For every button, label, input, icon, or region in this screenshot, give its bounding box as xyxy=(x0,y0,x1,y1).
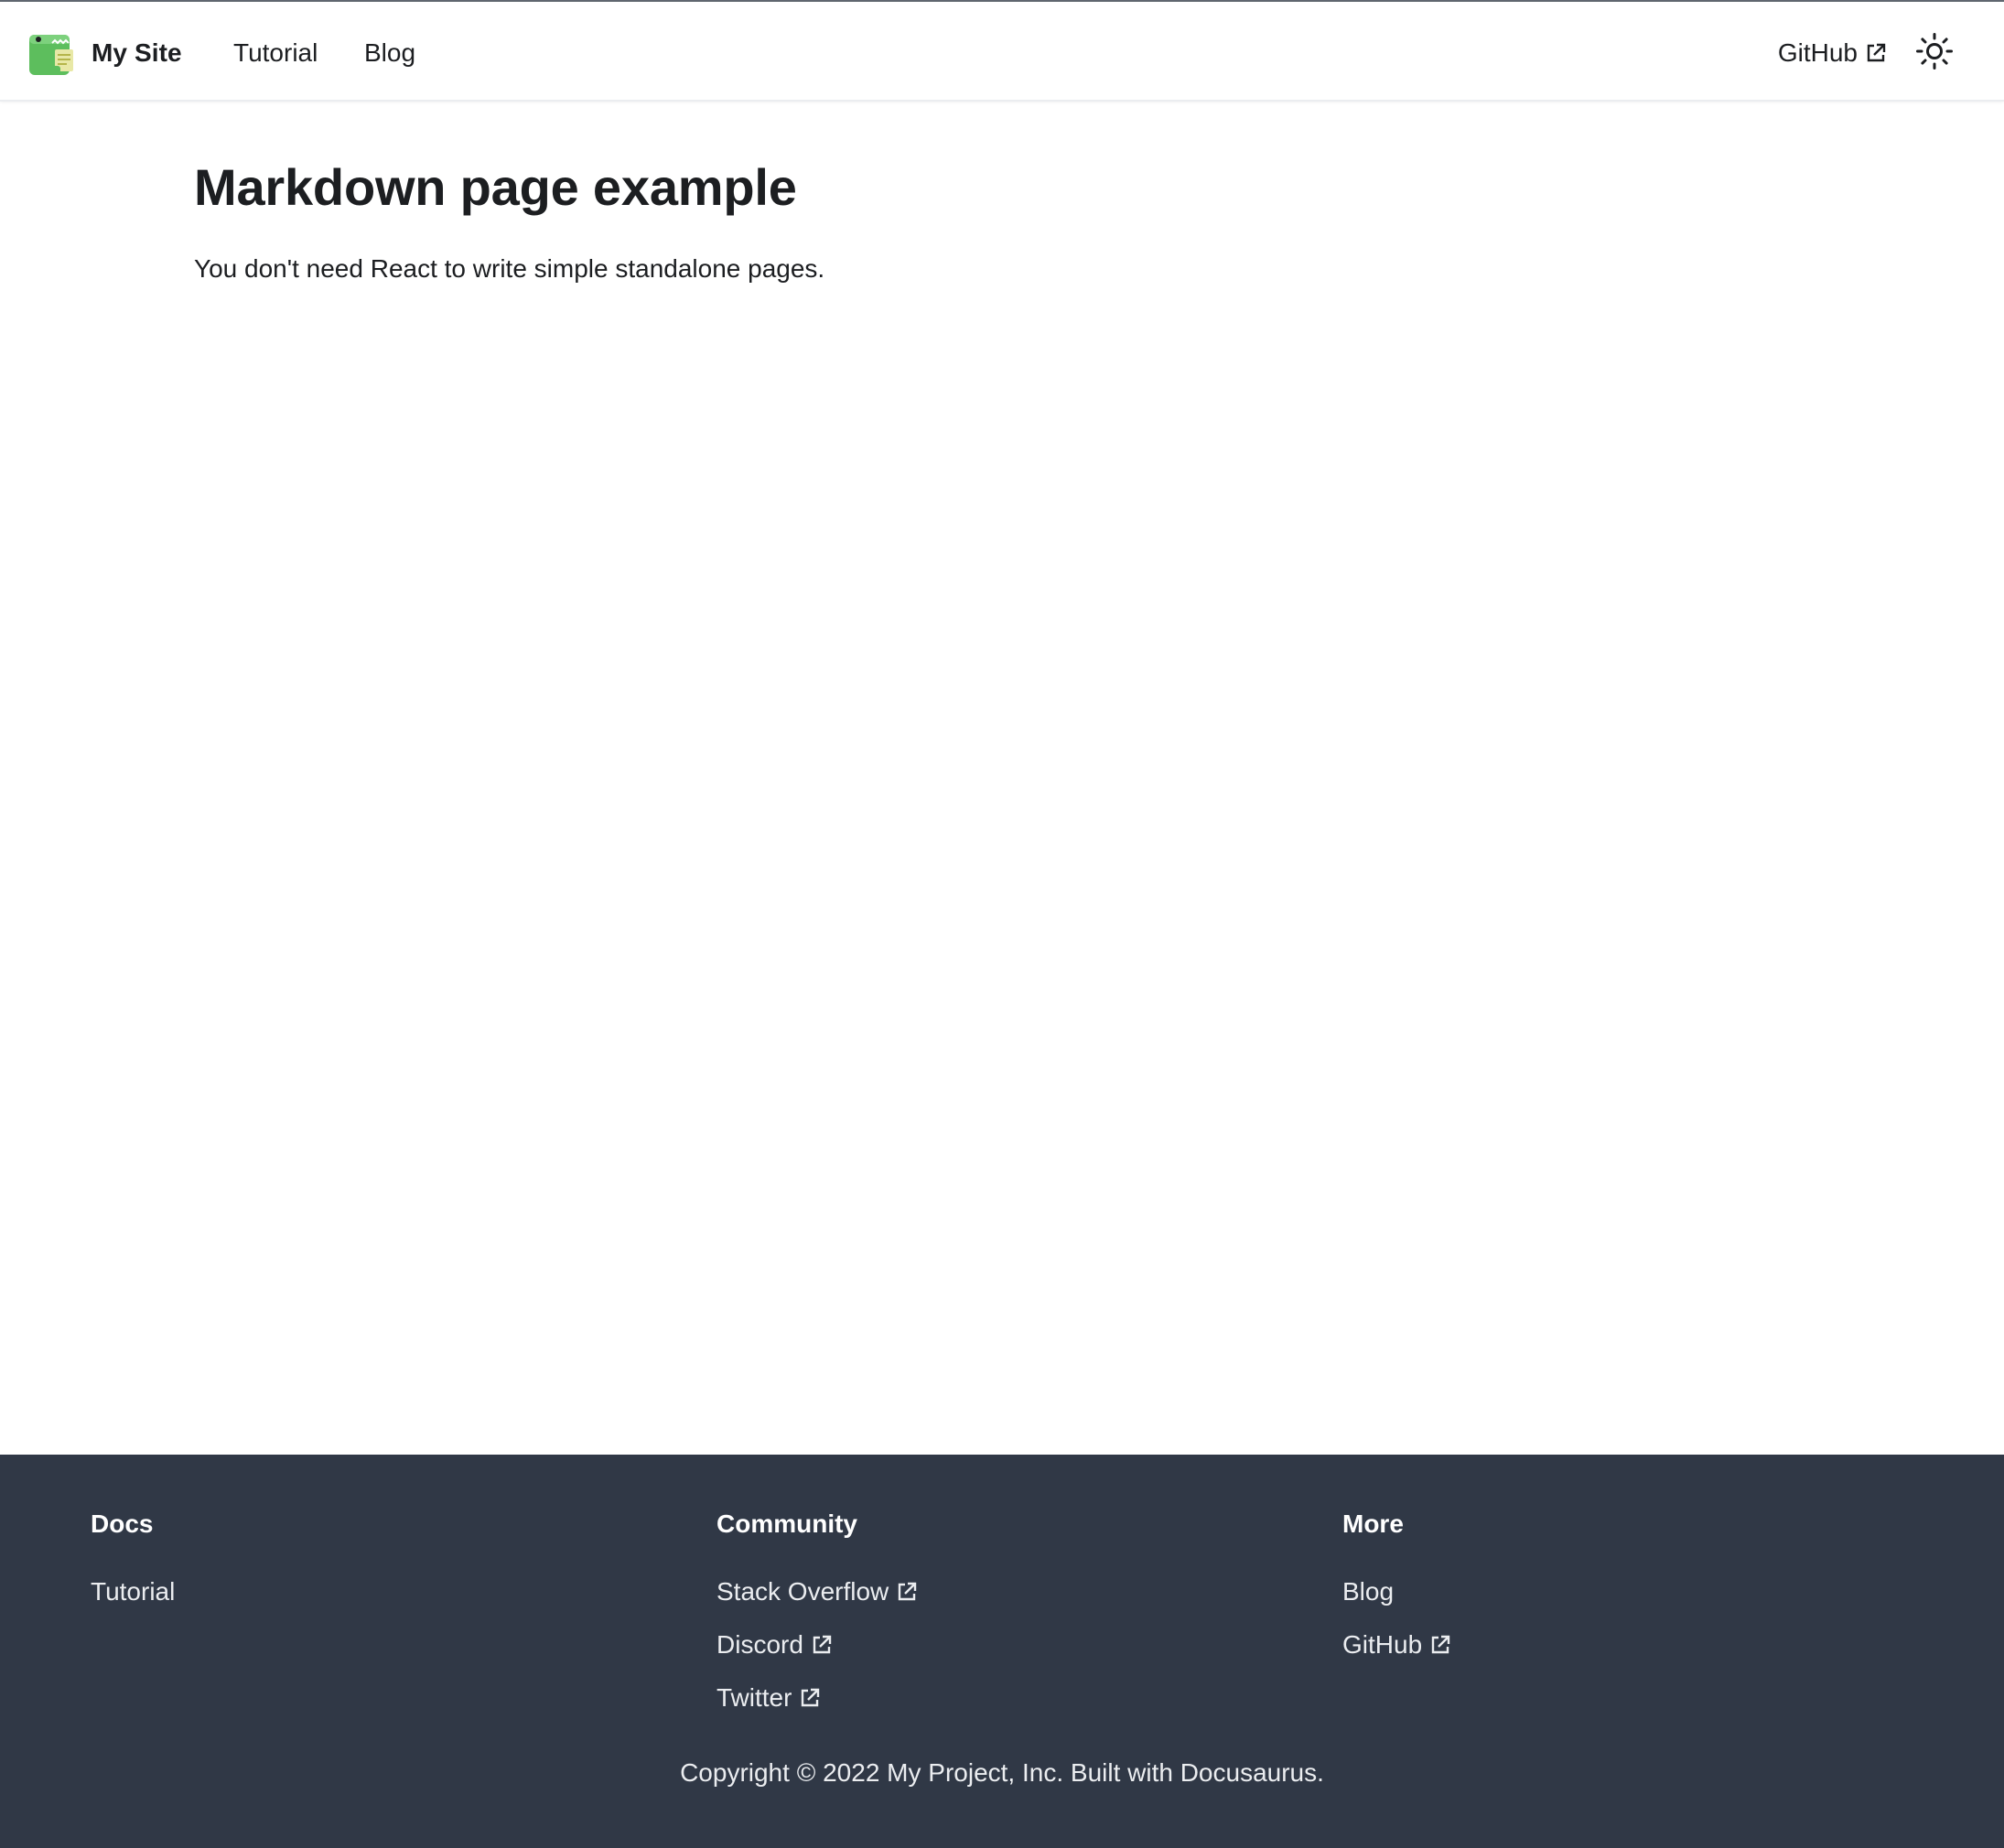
external-link-icon xyxy=(1865,42,1887,64)
main-content: Markdown page example You don't need Rea… xyxy=(194,137,1810,289)
footer-link-github[interactable]: GitHub xyxy=(1342,1627,1451,1663)
footer-title-docs: Docs xyxy=(91,1510,154,1538)
external-link-icon xyxy=(896,1581,918,1603)
footer-link-twitter[interactable]: Twitter xyxy=(716,1680,821,1716)
external-link-icon xyxy=(811,1634,833,1656)
footer-column-docs: Docs Tutorial xyxy=(91,1506,676,1627)
copyright-text: Copyright © 2022 My Project, Inc. Built … xyxy=(680,1758,1324,1787)
external-link-icon xyxy=(1429,1634,1451,1656)
brand-link[interactable]: My Site xyxy=(27,29,182,77)
footer-column-community: Community Stack Overflow Discord Twitter xyxy=(716,1506,1302,1733)
footer-link-tutorial[interactable]: Tutorial xyxy=(91,1574,175,1610)
nav-github-label: GitHub xyxy=(1777,38,1858,67)
page-text: You don't need React to write simple sta… xyxy=(194,254,825,283)
footer-column-more: More Blog GitHub xyxy=(1342,1506,1928,1680)
footer-title-community: Community xyxy=(716,1510,857,1538)
footer-link-stack-overflow[interactable]: Stack Overflow xyxy=(716,1574,918,1610)
footer-link-label: Stack Overflow xyxy=(716,1577,889,1606)
theme-toggle-button[interactable] xyxy=(1914,31,1955,71)
page-title: Markdown page example xyxy=(194,158,797,216)
navbar: My Site Tutorial Blog GitHub xyxy=(0,2,2004,102)
footer-title-more: More xyxy=(1342,1510,1404,1538)
footer-link-label: GitHub xyxy=(1342,1630,1423,1659)
nav-item-blog[interactable]: Blog xyxy=(364,35,415,71)
footer-link-label: Twitter xyxy=(716,1683,792,1712)
footer-link-label: Discord xyxy=(716,1630,803,1659)
logo-icon xyxy=(27,29,92,77)
footer-link-discord[interactable]: Discord xyxy=(716,1627,833,1663)
nav-item-tutorial[interactable]: Tutorial xyxy=(233,35,318,71)
footer-link-blog[interactable]: Blog xyxy=(1342,1574,1394,1610)
external-link-icon xyxy=(799,1687,821,1709)
nav-item-github[interactable]: GitHub xyxy=(1778,35,1887,71)
footer: Docs Tutorial Community Stack Overflow D… xyxy=(0,1455,2004,1848)
site-title: My Site xyxy=(92,38,182,67)
sun-icon xyxy=(1915,32,1954,70)
